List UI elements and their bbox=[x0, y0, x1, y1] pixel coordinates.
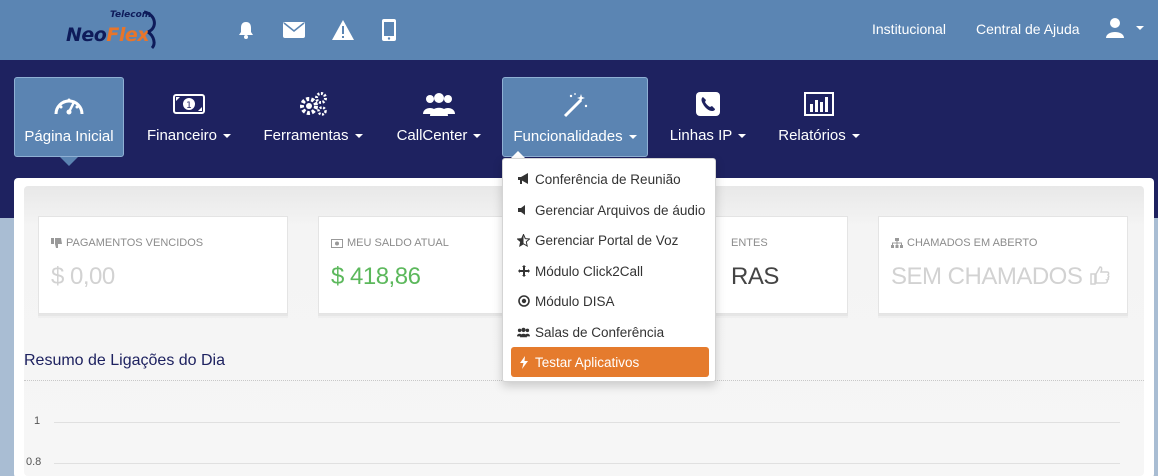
card-label: PAGAMENTOS VENCIDOS bbox=[51, 237, 203, 249]
dot-circle-icon bbox=[517, 295, 530, 308]
gridline bbox=[54, 422, 1120, 423]
logo-wordmark: NeoFlex bbox=[66, 24, 149, 46]
nav-label: Relatórios bbox=[778, 127, 860, 144]
top-bar: Telecom NeoFlex Institucional Central de… bbox=[0, 0, 1158, 60]
gridline bbox=[54, 463, 1120, 464]
svg-text:1: 1 bbox=[186, 101, 192, 111]
arrows-icon bbox=[517, 265, 530, 278]
bar-chart-icon bbox=[804, 91, 834, 117]
nav-label: Linhas IP bbox=[670, 127, 747, 144]
menu-item-click2call[interactable]: Módulo Click2Call bbox=[511, 257, 709, 285]
nav-label: Financeiro bbox=[147, 127, 232, 144]
card-value: $ 418,86 bbox=[331, 263, 421, 290]
menu-item-conferencia-reuniao[interactable]: Conferência de Reunião bbox=[511, 165, 709, 193]
card-value: RAS bbox=[731, 263, 779, 290]
users-icon bbox=[422, 91, 456, 117]
menu-item-arquivos-audio[interactable]: Gerenciar Arquivos de áudio bbox=[511, 196, 709, 224]
card-pagamentos-vencidos: PAGAMENTOS VENCIDOS $ 0,00 bbox=[38, 216, 288, 314]
central-ajuda-link[interactable]: Central de Ajuda bbox=[976, 21, 1080, 37]
y-tick-label: 0.8 bbox=[26, 456, 42, 468]
sitemap-icon bbox=[891, 238, 903, 248]
phone-icon bbox=[696, 91, 720, 117]
bullhorn-icon bbox=[517, 173, 530, 186]
nav-label: Ferramentas bbox=[263, 127, 363, 144]
card-value: SEM CHAMADOS bbox=[891, 263, 1111, 291]
menu-item-testar-aplicativos[interactable]: Testar Aplicativos bbox=[511, 347, 709, 377]
nav-label: Funcionalidades bbox=[513, 128, 637, 145]
group-icon bbox=[517, 326, 530, 339]
chevron-down-icon bbox=[1136, 26, 1144, 30]
card-label: MEU SALDO ATUAL bbox=[331, 237, 449, 249]
menu-item-salas-conferencia[interactable]: Salas de Conferência bbox=[511, 318, 709, 346]
mobile-icon[interactable] bbox=[377, 18, 401, 42]
nav-financeiro[interactable]: 1 Financeiro bbox=[140, 77, 238, 157]
nav-label: CallCenter bbox=[397, 127, 482, 144]
warning-icon[interactable] bbox=[331, 18, 355, 42]
nav-callcenter[interactable]: CallCenter bbox=[388, 77, 490, 157]
bell-icon[interactable] bbox=[234, 18, 258, 42]
active-pointer bbox=[60, 157, 78, 166]
card-label: ENTES bbox=[731, 237, 768, 249]
nav-ferramentas[interactable]: Ferramentas bbox=[256, 77, 370, 157]
institucional-link[interactable]: Institucional bbox=[872, 21, 946, 37]
bolt-icon bbox=[517, 355, 530, 369]
funcionalidades-dropdown: Conferência de Reunião Gerenciar Arquivo… bbox=[502, 158, 716, 382]
logo-swoosh-icon bbox=[143, 10, 156, 50]
thumbs-down-icon bbox=[51, 237, 62, 248]
gears-icon bbox=[298, 91, 328, 117]
money-icon: 1 bbox=[173, 91, 205, 117]
y-tick-label: 1 bbox=[34, 415, 41, 427]
star-half-icon bbox=[517, 233, 530, 247]
nav-label: Página Inicial bbox=[24, 128, 114, 145]
menu-item-portal-voz[interactable]: Gerenciar Portal de Voz bbox=[511, 226, 709, 254]
section-title: Resumo de Ligações do Dia bbox=[24, 352, 226, 369]
money-icon bbox=[331, 238, 343, 248]
volume-icon bbox=[517, 204, 530, 217]
user-icon bbox=[1106, 18, 1124, 38]
card-label: CHAMADOS EM ABERTO bbox=[891, 237, 1037, 249]
nav-funcionalidades[interactable]: Funcionalidades bbox=[502, 77, 648, 157]
card-value: $ 0,00 bbox=[51, 263, 115, 290]
nav-linhas-ip[interactable]: Linhas IP bbox=[664, 77, 752, 157]
menu-item-disa[interactable]: Módulo DISA bbox=[511, 287, 709, 315]
thumbs-up-icon bbox=[1089, 266, 1110, 285]
nav-relatorios[interactable]: Relatórios bbox=[770, 77, 868, 157]
user-menu[interactable] bbox=[1106, 18, 1144, 38]
nav-pagina-inicial[interactable]: Página Inicial bbox=[14, 77, 124, 157]
card-chamados: CHAMADOS EM ABERTO SEM CHAMADOS bbox=[878, 216, 1128, 314]
magic-wand-icon bbox=[561, 92, 589, 118]
neoflex-logo[interactable]: Telecom NeoFlex bbox=[64, 10, 160, 50]
envelope-icon[interactable] bbox=[282, 18, 306, 42]
dashboard-icon bbox=[54, 92, 84, 118]
